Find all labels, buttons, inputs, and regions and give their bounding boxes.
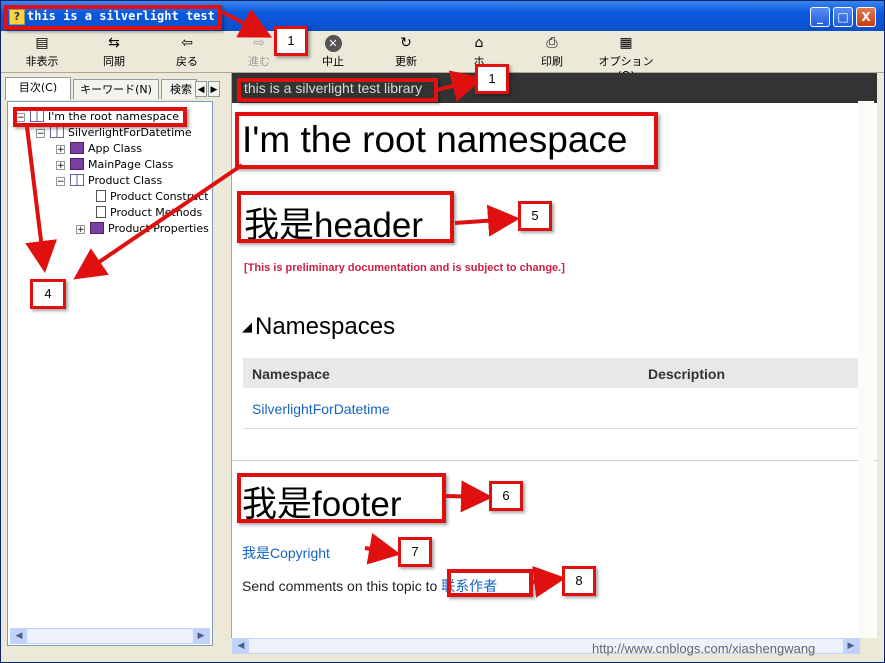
watermark-url: http://www.cnblogs.com/xiashengwang <box>592 641 816 656</box>
callout-1-topbar: 1 <box>475 64 509 94</box>
callout-8: 8 <box>562 566 596 596</box>
annotation-arrows <box>25 8 566 598</box>
callout-4: 4 <box>30 279 66 309</box>
callout-5: 5 <box>518 201 552 231</box>
callout-6: 6 <box>489 481 523 511</box>
callout-7: 7 <box>398 537 432 567</box>
callout-1-title: 1 <box>274 26 308 56</box>
